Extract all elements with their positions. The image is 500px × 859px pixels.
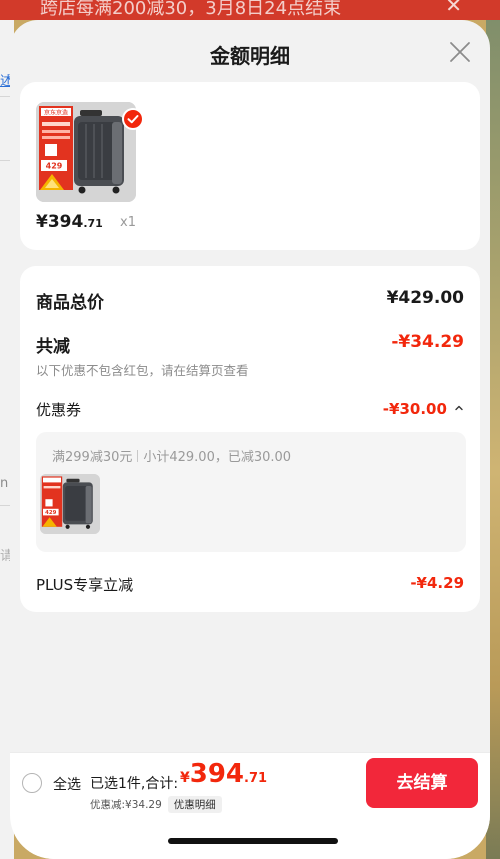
total-price-integer: 394 — [189, 759, 245, 789]
coupon-rule-line: 满299减30元 小计429.00，已减30.00 — [52, 446, 291, 465]
coupon-detail-box: 满299减30元 小计429.00，已减30.00 — [36, 432, 466, 552]
product-image-price-tag: 429 — [46, 162, 63, 171]
product-price-decimal: .71 — [83, 217, 103, 230]
goods-total-value: ¥429.00 — [386, 288, 464, 308]
coupon-value: -¥30.00 — [382, 400, 447, 418]
total-price-decimal: .71 — [244, 771, 268, 786]
settlement-bar: 全选 已选1件,合计: ¥394.71 优惠减:¥34.29 优惠明细 去结算 — [10, 752, 490, 859]
coupon-label: 优惠券 — [36, 401, 82, 419]
checkout-button[interactable]: 去结算 — [366, 758, 478, 808]
goods-total-label: 商品总价 — [36, 293, 104, 313]
product-quantity: x1 — [120, 215, 136, 230]
discount-summary: 优惠减:¥34.29 优惠明细 — [90, 796, 222, 813]
product-image-brand: 京东京造 — [44, 109, 68, 117]
coupon-toggle[interactable]: -¥30.00 — [383, 399, 464, 418]
background-banner-close-icon: ✕ — [445, 0, 462, 17]
product-image[interactable]: 京东京造 429 — [36, 102, 136, 202]
total-reduce-value: -¥34.29 — [391, 332, 464, 352]
product-price-integer: ¥394 — [36, 212, 84, 232]
discount-text: 优惠减:¥34.29 — [90, 799, 162, 811]
plus-discount-label: PLUS专享立减 — [36, 576, 134, 594]
coupon-product-image: 429 — [40, 474, 100, 534]
selected-count-text: 已选1件,合计: — [90, 776, 179, 792]
coupon-subtotal: 小计429.00，已减30.00 — [143, 450, 292, 465]
amount-detail-sheet: 金额明细 京东京造 429 ¥394.71 x1 商品总价 ¥429.00 共减… — [10, 20, 490, 859]
discount-detail-tag[interactable]: 优惠明细 — [167, 796, 222, 813]
coupon-separator — [137, 450, 139, 462]
price-detail-card: 商品总价 ¥429.00 共减 -¥34.29 以下优惠不包含红包，请在结算页查… — [20, 266, 480, 612]
background-promo-banner: 跨店每满200减30，3月8日24点结束 ✕ — [0, 0, 500, 20]
background-fragment-text: n — [0, 476, 9, 491]
product-price: ¥394.71 — [36, 212, 103, 232]
reduce-note: 以下优惠不包含红包，请在结算页查看 — [36, 363, 249, 378]
total-reduce-label: 共减 — [36, 337, 70, 357]
selected-check-icon — [122, 108, 144, 130]
chevron-up-icon — [455, 405, 463, 411]
close-icon[interactable] — [448, 40, 472, 64]
total-price-symbol: ¥ — [180, 770, 190, 786]
select-all-label[interactable]: 全选 — [53, 774, 81, 794]
home-indicator — [168, 838, 338, 844]
plus-discount-value: -¥4.29 — [410, 574, 464, 592]
coupon-image-price-tag: 429 — [45, 510, 57, 516]
coupon-rule: 满299减30元 — [52, 450, 133, 465]
sheet-title: 金额明细 — [210, 44, 290, 68]
select-all-radio[interactable] — [22, 773, 42, 793]
total-price: ¥394.71 — [180, 759, 267, 789]
background-banner-text: 跨店每满200减30，3月8日24点结束 — [40, 0, 342, 19]
product-card: 京东京造 429 ¥394.71 x1 — [20, 82, 480, 250]
